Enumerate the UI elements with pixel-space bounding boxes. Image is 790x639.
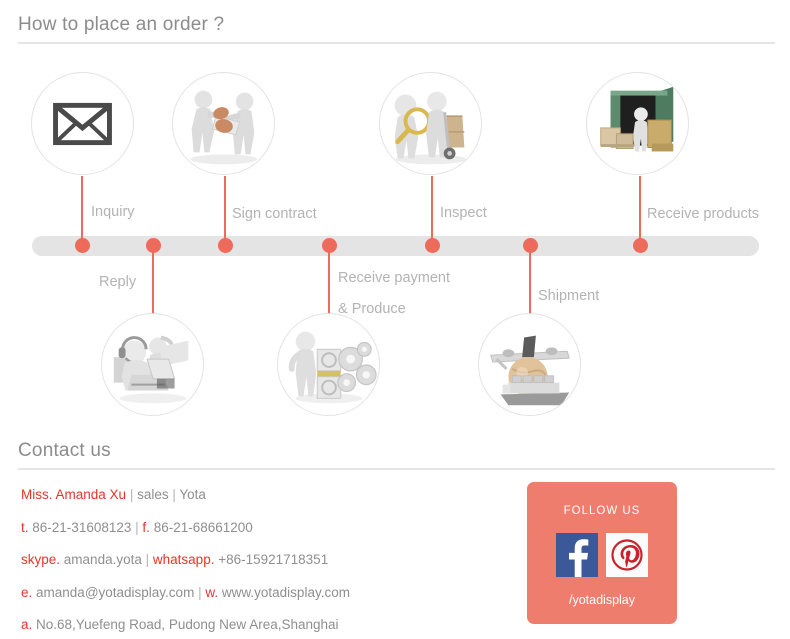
- follow-us-handle: /yotadisplay: [568, 593, 635, 607]
- contact-details: Miss. Amanda Xu | sales | Yota t. 86-21-…: [21, 487, 501, 639]
- contact-line-name: Miss. Amanda Xu | sales | Yota: [21, 487, 501, 502]
- label-reply: Reply: [99, 274, 137, 290]
- tel-key: t.: [21, 519, 29, 535]
- timeline-dot-inquiry[interactable]: [74, 238, 90, 253]
- fax-value: 86-21-68661200: [153, 519, 253, 535]
- contact-divider: [18, 468, 775, 470]
- stem-shipment: [529, 248, 531, 316]
- website-value[interactable]: www.yotadisplay.com: [222, 585, 350, 600]
- order-process-page: How to place an order ? Inquiry Reply Si…: [0, 0, 790, 639]
- contact-line-web: e. amanda@yotadisplay.com | w. www.yotad…: [21, 585, 501, 600]
- step-icon-receive-products[interactable]: [586, 72, 689, 175]
- stem-inquiry: [81, 176, 83, 243]
- container-boxes-icon: [600, 86, 674, 152]
- stem-inspect: [431, 176, 433, 243]
- pinterest-icon: [606, 533, 648, 577]
- whatsapp-key: whatsapp.: [152, 552, 215, 567]
- timeline-dot-receive-payment[interactable]: [321, 238, 337, 253]
- envelope-icon: [53, 102, 112, 146]
- call-center-icon: [113, 335, 189, 404]
- air-sea-freight-icon: [490, 335, 570, 406]
- label-receive-payment-line1: Receive payment: [338, 270, 451, 286]
- timeline-dot-receive-products[interactable]: [632, 238, 648, 253]
- skype-key: skype.: [21, 552, 61, 567]
- label-inspect: Inspect: [440, 205, 487, 221]
- timeline-dot-reply[interactable]: [145, 238, 161, 253]
- contact-name: Miss. Amanda Xu: [21, 487, 127, 502]
- timeline-rail: [32, 236, 759, 256]
- step-icon-inquiry[interactable]: [31, 72, 134, 175]
- label-receive-products: Receive products: [647, 206, 760, 222]
- handshake-icon: [190, 90, 258, 165]
- step-icon-reply[interactable]: [101, 313, 204, 416]
- label-sign-contract: Sign contract: [232, 206, 317, 222]
- label-inquiry: Inquiry: [91, 204, 135, 220]
- facebook-link[interactable]: [556, 533, 598, 577]
- fax-key: f.: [142, 519, 150, 535]
- label-shipment: Shipment: [538, 288, 600, 304]
- address-value: No.68,Yuefeng Road, Pudong New Area,Shan…: [36, 617, 339, 632]
- tel-value[interactable]: 86-21-31608123: [32, 520, 131, 535]
- facebook-icon: [556, 533, 598, 577]
- stem-receive-products: [639, 176, 641, 243]
- sep-1: |: [129, 487, 134, 502]
- sep-3: |: [135, 519, 139, 535]
- stem-reply: [152, 248, 154, 316]
- sep-5: |: [198, 584, 202, 600]
- process-timeline: Inquiry Reply Sign contract Receive paym…: [0, 0, 790, 430]
- step-icon-shipment[interactable]: [478, 313, 581, 416]
- skype-value[interactable]: amanda.yota: [64, 552, 142, 567]
- contact-line-messaging: skype. amanda.yota | whatsapp. +86-15921…: [21, 552, 501, 567]
- follow-us-card: FOLLOW US /yotadisplay: [527, 482, 677, 624]
- timeline-dot-sign-contract[interactable]: [217, 238, 233, 253]
- timeline-dot-inspect[interactable]: [424, 238, 440, 253]
- follow-us-title: FOLLOW US: [563, 505, 641, 517]
- timeline-dot-shipment[interactable]: [522, 238, 538, 253]
- sep-2: |: [172, 487, 176, 502]
- social-links: [527, 533, 677, 577]
- step-icon-receive-payment[interactable]: [277, 313, 380, 416]
- contact-company: Yota: [179, 487, 206, 502]
- step-icon-inspect[interactable]: [379, 72, 482, 175]
- contact-line-phone: t. 86-21-31608123 | f. 86-21-68661200: [21, 520, 501, 535]
- address-key: a.: [21, 617, 33, 632]
- pinterest-link[interactable]: [606, 533, 648, 577]
- contact-line-address: a. No.68,Yuefeng Road, Pudong New Area,S…: [21, 617, 501, 632]
- step-icon-sign-contract[interactable]: [172, 72, 275, 175]
- sep-4: |: [145, 552, 150, 567]
- contact-role: sales: [137, 487, 169, 502]
- inspection-icon: [394, 91, 467, 165]
- stem-sign-contract: [224, 176, 226, 243]
- stem-receive-payment: [328, 248, 330, 316]
- contact-section-title: Contact us: [18, 440, 111, 461]
- payment-gears-icon: [288, 331, 377, 404]
- whatsapp-value[interactable]: +86-15921718351: [218, 552, 328, 567]
- email-value[interactable]: amanda@yotadisplay.com: [36, 585, 194, 600]
- email-key: e.: [21, 584, 33, 600]
- website-key: w.: [205, 584, 219, 600]
